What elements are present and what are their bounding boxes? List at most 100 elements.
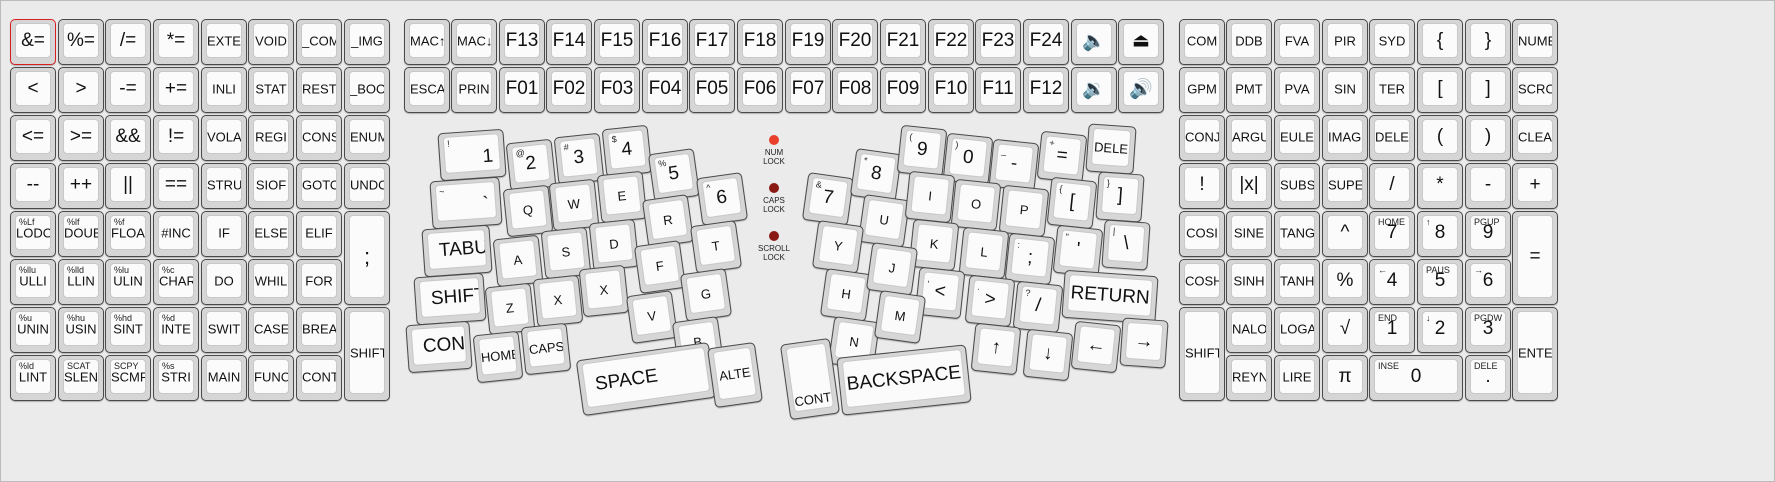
- key-num-eule-r2[interactable]: EULE: [1274, 115, 1320, 161]
- key-num-4-r5[interactable]: ← 4: [1369, 259, 1415, 305]
- key-inc[interactable]: #INC: [153, 211, 199, 257]
- key-num-argu-r2[interactable]: ARGU: [1226, 115, 1272, 161]
- key-num-symbol-r0[interactable]: {: [1417, 19, 1463, 65]
- key-elif[interactable]: ELIF: [296, 211, 342, 257]
- key-num-5-r5[interactable]: PAUS 5: [1417, 259, 1463, 305]
- key-right-backspace-32[interactable]: BACKSPACE: [836, 344, 972, 416]
- key-symbol[interactable]: &=: [10, 19, 56, 65]
- key-left-space-27[interactable]: SPACE: [575, 341, 717, 417]
- key-goto[interactable]: GOTO: [296, 163, 342, 209]
- key-brea[interactable]: BREA: [296, 307, 342, 353]
- key-symbol[interactable]: >=: [58, 115, 104, 161]
- key-num-ddb-r0[interactable]: DDB: [1226, 19, 1272, 65]
- key-f24[interactable]: F24: [1023, 19, 1069, 65]
- key-symbol[interactable]: --: [10, 163, 56, 209]
- key-left-5-4[interactable]: % 5: [647, 148, 701, 202]
- key-symbol[interactable]: ==: [153, 163, 199, 209]
- key-stat[interactable]: STAT: [248, 67, 294, 113]
- key-symbol[interactable]: !=: [153, 115, 199, 161]
- key-left-4-3[interactable]: $4: [601, 124, 653, 178]
- key-right-m-26[interactable]: M: [873, 290, 927, 344]
- key-num-symbol-r6[interactable]: √: [1322, 307, 1368, 353]
- key-num-nalo-r6[interactable]: NALO: [1226, 307, 1272, 353]
- key-whil[interactable]: WHIL: [248, 259, 294, 305]
- key-num-sinh-r5[interactable]: SINH: [1226, 259, 1272, 305]
- key-right-l-15[interactable]: L: [958, 226, 1010, 280]
- key-num-sine-r4[interactable]: SINE: [1226, 211, 1272, 257]
- key-semicolon-tall[interactable]: ;: [344, 211, 390, 305]
- key-left-q-7[interactable]: Q: [502, 184, 554, 238]
- key-void[interactable]: VOID: [248, 19, 294, 65]
- key-mac[interactable]: MAC↓: [451, 19, 497, 65]
- key-usin[interactable]: %hu USIN: [58, 307, 104, 353]
- key-f16[interactable]: F16: [642, 19, 688, 65]
- key-right-symbol-30[interactable]: →: [1119, 317, 1169, 369]
- key-swit[interactable]: SWIT: [201, 307, 247, 353]
- key-left-caps-26[interactable]: CAPS: [520, 322, 572, 376]
- key-symbol[interactable]: >: [58, 67, 104, 113]
- key-symbol[interactable]: *=: [153, 19, 199, 65]
- key-equals-tall[interactable]: =: [1512, 211, 1558, 305]
- key-symbol[interactable]: <=: [10, 115, 56, 161]
- key-num-symbol-r1[interactable]: [: [1417, 67, 1463, 113]
- key-f19[interactable]: F19: [785, 19, 831, 65]
- key-f18[interactable]: F18: [737, 19, 783, 65]
- key-left-home-25[interactable]: HOME: [472, 330, 524, 384]
- key-num-reyn-r7[interactable]: REYN: [1226, 355, 1272, 401]
- key-num-symbol-r2[interactable]: ): [1465, 115, 1511, 161]
- key-num-symbol-r5[interactable]: %: [1322, 259, 1368, 305]
- key-right-symbol-22[interactable]: . >: [964, 274, 1016, 328]
- key-num-symbol-r7[interactable]: π: [1322, 355, 1368, 401]
- key-num-x-r3[interactable]: |x|: [1226, 163, 1272, 209]
- key-left-cont-24[interactable]: CONT: [405, 320, 473, 374]
- key-f23[interactable]: F23: [975, 19, 1021, 65]
- key-symbol[interactable]: &&: [105, 115, 151, 161]
- key-num-symbol-r4[interactable]: ^: [1322, 211, 1368, 257]
- key-num-lire-r7[interactable]: LIRE: [1274, 355, 1320, 401]
- key-num-clea-r2[interactable]: CLEA: [1512, 115, 1558, 161]
- key-left-1-0[interactable]: ! 1: [437, 128, 507, 182]
- key-symbol[interactable]: ++: [58, 163, 104, 209]
- key-volume-up[interactable]: 🔊: [1118, 67, 1164, 113]
- key-stru[interactable]: STRU: [201, 163, 247, 209]
- key-left-t-11[interactable]: T: [689, 220, 743, 274]
- key-symbol[interactable]: /=: [105, 19, 151, 65]
- key-mute[interactable]: 🔈: [1071, 19, 1117, 65]
- key-right-7-0[interactable]: & 7: [801, 172, 855, 226]
- key-num-syd-r0[interactable]: SYD: [1369, 19, 1415, 65]
- key-enter[interactable]: ENTE: [1512, 307, 1558, 401]
- key-vola[interactable]: VOLA: [201, 115, 247, 161]
- key-num-tanh-r5[interactable]: TANH: [1274, 259, 1320, 305]
- key-num-cosh-r5[interactable]: COSH: [1179, 259, 1225, 305]
- key-regi[interactable]: REGI: [248, 115, 294, 161]
- key-stri[interactable]: %s STRI: [153, 355, 199, 401]
- key-left-block-shift[interactable]: SHIFT: [344, 307, 390, 401]
- key-num-symbol-r2[interactable]: (: [1417, 115, 1463, 161]
- key-left-alte-28[interactable]: ALTE: [707, 341, 763, 409]
- key-lint[interactable]: %ld LINT: [10, 355, 56, 401]
- key-f04[interactable]: F04: [642, 67, 688, 113]
- key-right-y-13[interactable]: Y: [811, 220, 865, 274]
- key-right-block-shift[interactable]: SHIFT: [1179, 307, 1225, 401]
- key-num-cosi-r4[interactable]: COSI: [1179, 211, 1225, 257]
- key-left-f-16[interactable]: F: [633, 240, 687, 294]
- key-num-9-r4[interactable]: PGUP 9: [1465, 211, 1511, 257]
- key-right-symbol-17[interactable]: " ': [1052, 224, 1104, 278]
- key-for[interactable]: FOR: [296, 259, 342, 305]
- key-cont[interactable]: CONT: [296, 355, 342, 401]
- key-num-supe-r3[interactable]: SUPE: [1322, 163, 1368, 209]
- key-num-com-r0[interactable]: COM: [1179, 19, 1225, 65]
- key-num-imagi-r2[interactable]: IMAGI: [1322, 115, 1368, 161]
- key-right-9-2[interactable]: (9: [896, 124, 948, 178]
- key-num-fva-r0[interactable]: FVA: [1274, 19, 1320, 65]
- key-num-sin-r1[interactable]: SIN: [1322, 67, 1368, 113]
- key-left-shift-18[interactable]: SHIFT: [413, 272, 487, 326]
- key-num-symbol-r1[interactable]: ]: [1465, 67, 1511, 113]
- key-eject[interactable]: ⏏: [1118, 19, 1164, 65]
- key-num-pmt-r1[interactable]: PMT: [1226, 67, 1272, 113]
- key-undo[interactable]: UNDO: [344, 163, 390, 209]
- key-if[interactable]: IF: [201, 211, 247, 257]
- key-num-symbol-r7[interactable]: DELE.: [1465, 355, 1511, 401]
- key-left-symbol-6[interactable]: ~ `: [429, 176, 503, 230]
- key-esca[interactable]: ESCA: [404, 67, 450, 113]
